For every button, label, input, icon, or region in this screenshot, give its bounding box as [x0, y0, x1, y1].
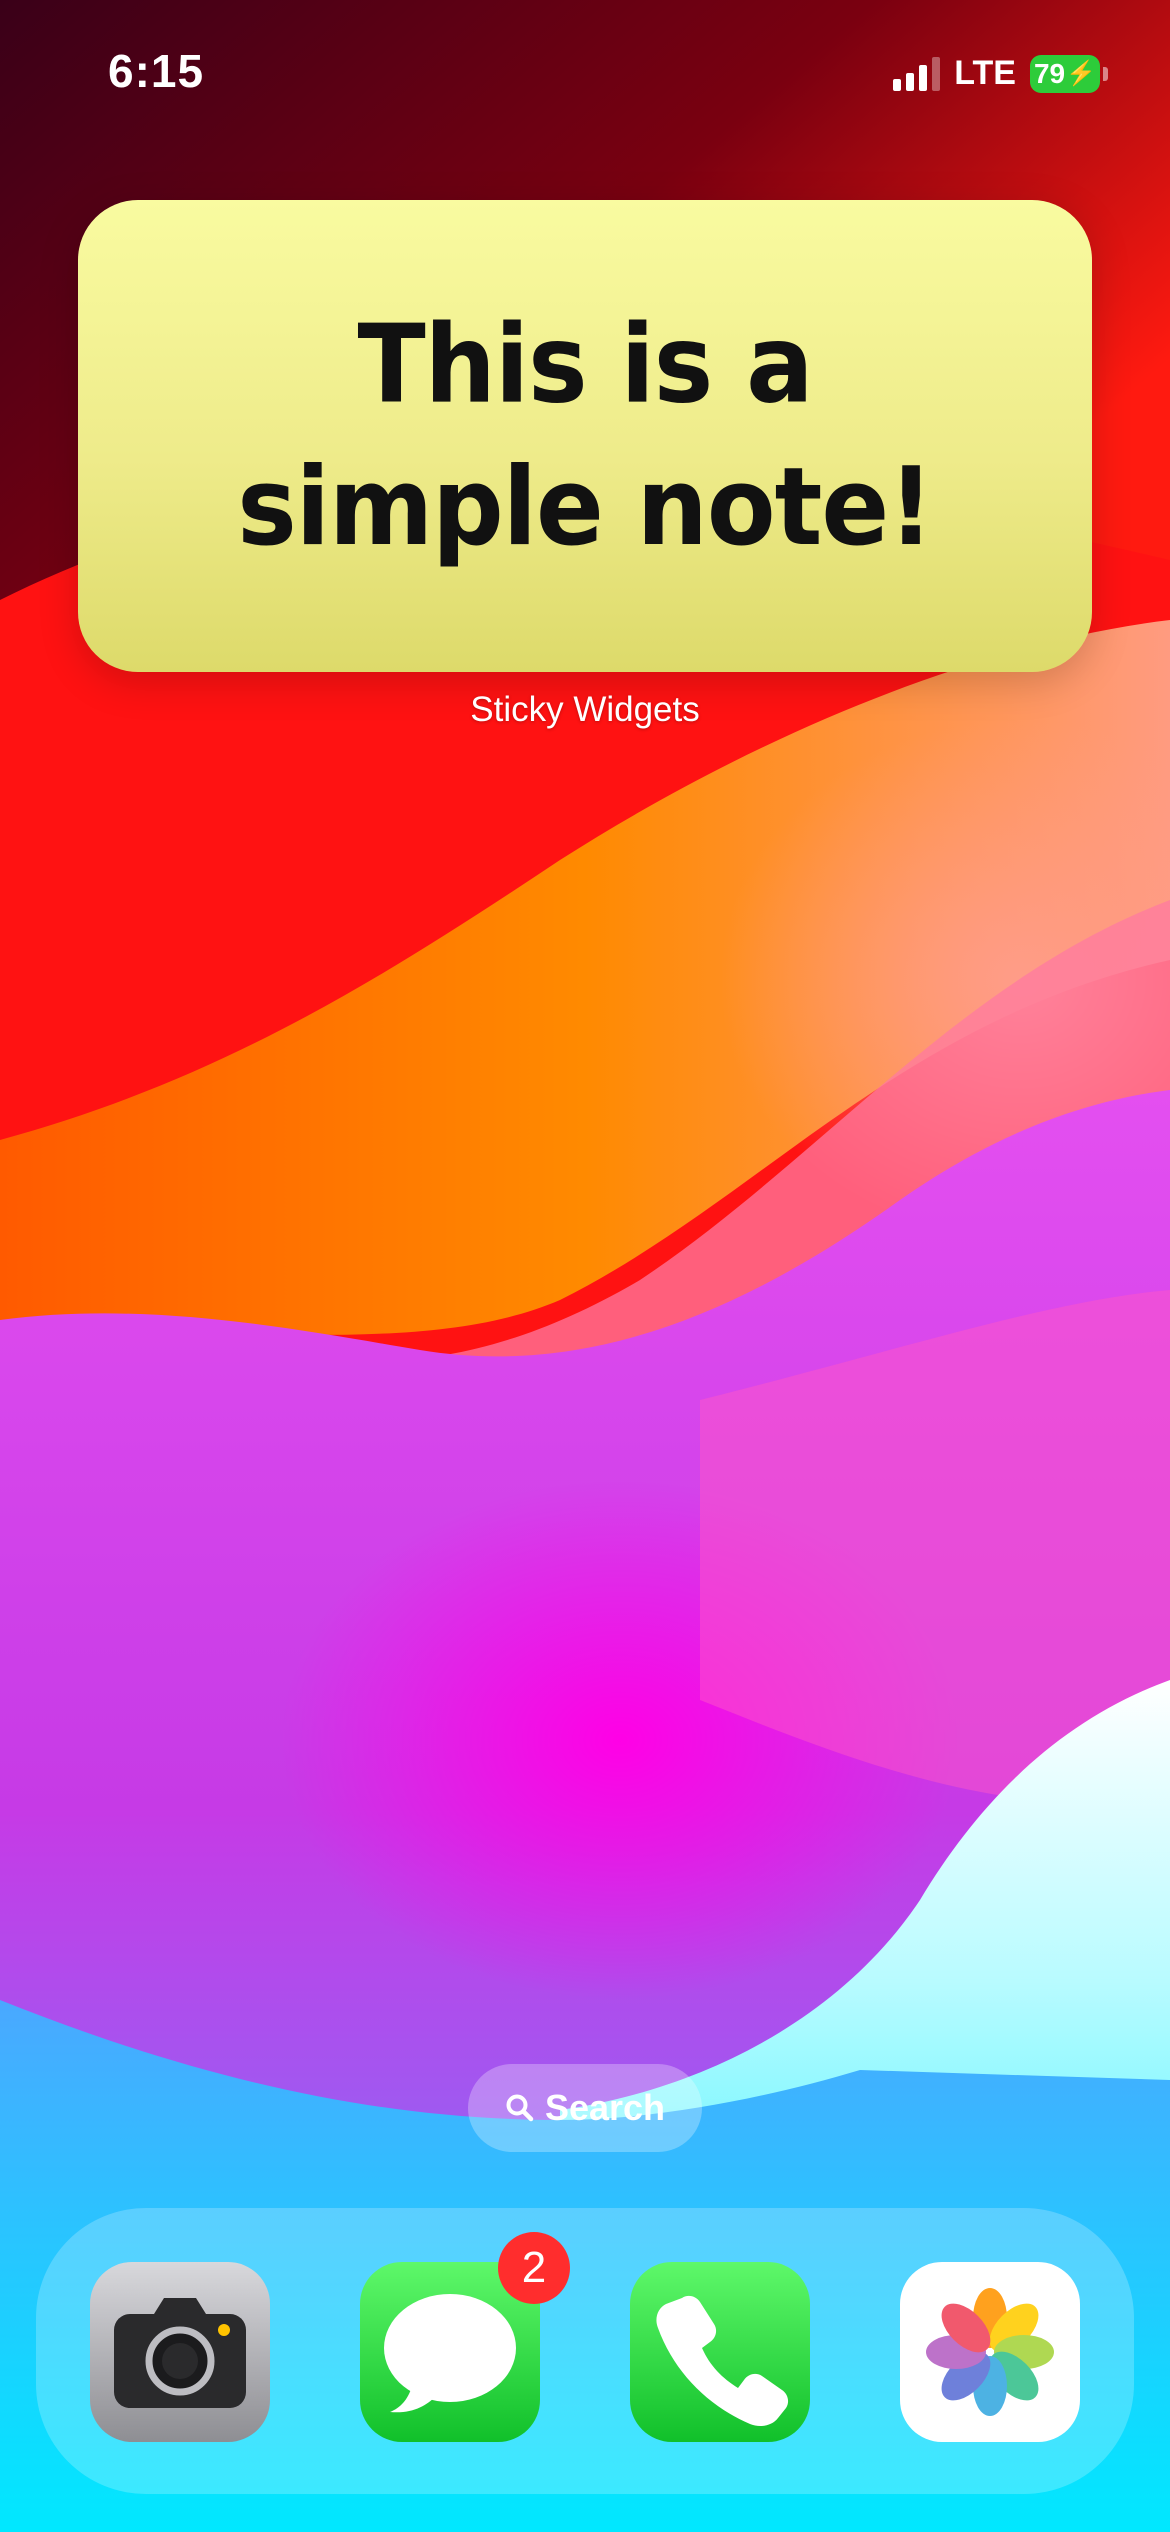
sticky-note-widget[interactable]: This is a simple note!	[78, 200, 1092, 672]
camera-icon	[114, 2298, 246, 2408]
app-messages[interactable]: 2	[360, 2232, 570, 2442]
charging-bolt-icon: ⚡	[1066, 60, 1097, 87]
widget-app-label: Sticky Widgets	[470, 690, 700, 729]
photos-icon	[926, 2288, 1054, 2416]
note-line-1: This is a	[357, 301, 813, 428]
app-camera[interactable]	[90, 2262, 270, 2442]
phone-icon	[656, 2295, 789, 2426]
search-label: Search	[544, 2087, 666, 2128]
app-photos[interactable]	[900, 2262, 1080, 2442]
search-icon	[506, 2094, 534, 2122]
note-line-2: simple note!	[237, 443, 934, 570]
note-text: This is a simple note!	[237, 293, 934, 578]
notification-badge: 2	[498, 2232, 570, 2304]
battery-percent: 79	[1033, 57, 1066, 89]
network-type: LTE	[954, 54, 1016, 92]
status-time: 6:15	[108, 45, 205, 97]
app-phone[interactable]	[630, 2262, 810, 2442]
battery-icon: 79 ⚡	[1030, 54, 1108, 93]
cellular-signal-icon	[893, 56, 941, 91]
status-indicators: LTE 79 ⚡	[893, 54, 1108, 93]
search-button[interactable]: Search	[468, 2064, 702, 2152]
